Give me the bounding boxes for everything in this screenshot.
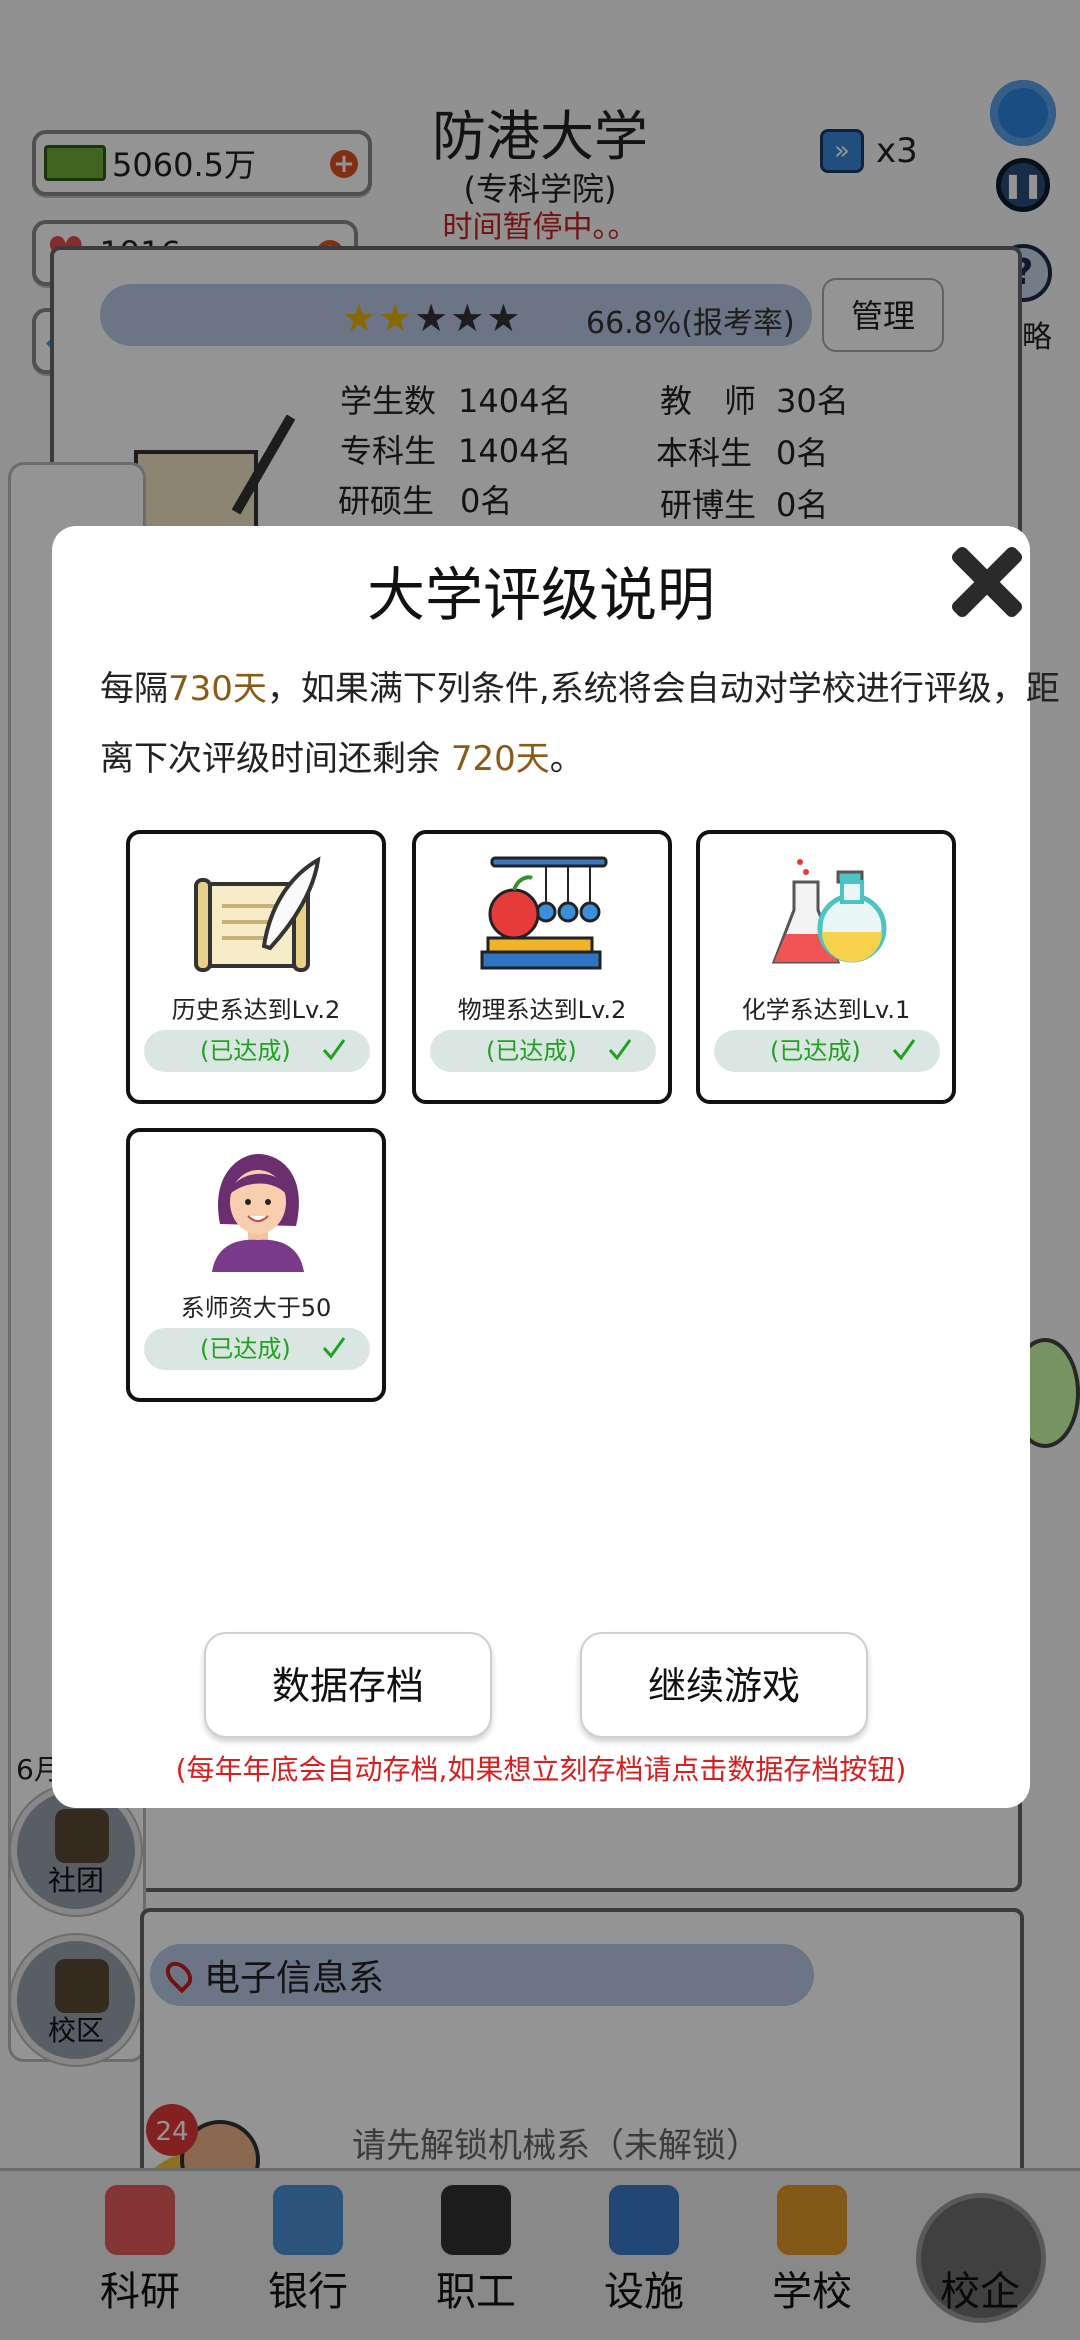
condition-card: 系师资大于50 (已达成) xyxy=(126,1128,386,1402)
chemistry-flask-icon xyxy=(771,859,887,964)
condition-label: 化学系达到Lv.1 xyxy=(741,996,911,1024)
condition-card: 化学系达到Lv.1 (已达成) xyxy=(696,830,956,1104)
history-scroll-icon xyxy=(194,856,321,972)
condition-card: 历史系达到Lv.2 (已达成) xyxy=(126,830,386,1104)
condition-label: 历史系达到Lv.2 xyxy=(171,996,341,1024)
condition-status: (已达成) xyxy=(714,1030,940,1072)
status-text: (已达成) xyxy=(486,1037,577,1065)
condition-status: (已达成) xyxy=(144,1030,370,1072)
teacher-avatar-icon xyxy=(212,1154,304,1272)
dialog-description: 每隔730天，如果满下列条件,系统将会自动对学校进行评级，距离下次评级时间还剩余… xyxy=(100,654,1080,794)
condition-label: 物理系达到Lv.2 xyxy=(457,996,627,1024)
autosave-note: (每年年底会自动存档,如果想立刻存档请点击数据存档按钮) xyxy=(175,1753,907,1786)
condition-card: 物理系达到Lv.2 (已达成) xyxy=(412,830,672,1104)
physics-cradle-icon xyxy=(480,856,608,970)
status-text: (已达成) xyxy=(200,1335,291,1363)
condition-label: 系师资大于50 xyxy=(180,1294,332,1322)
close-icon[interactable] xyxy=(944,540,1028,624)
checkmark-icon xyxy=(892,1039,916,1061)
rating-interval: 730天 xyxy=(168,669,267,709)
desc-text: 。 xyxy=(549,739,584,779)
checkmark-icon xyxy=(322,1337,346,1359)
continue-game-button[interactable]: 继续游戏 xyxy=(580,1632,868,1738)
dialog-title: 大学评级说明 xyxy=(366,561,715,629)
checkmark-icon xyxy=(608,1039,632,1061)
days-remaining: 720天 xyxy=(450,739,550,779)
status-text: (已达成) xyxy=(770,1037,861,1065)
rating-explanation-dialog: 大学评级说明 每隔730天，如果满下列条件,系统将会自动对学校进行评级，距离下次… xyxy=(52,526,1060,1808)
condition-status: (已达成) xyxy=(430,1030,656,1072)
desc-text: 每隔 xyxy=(100,669,168,709)
save-data-button[interactable]: 数据存档 xyxy=(204,1632,492,1738)
status-text: (已达成) xyxy=(200,1037,291,1065)
checkmark-icon xyxy=(322,1039,346,1061)
condition-status: (已达成) xyxy=(144,1328,370,1370)
